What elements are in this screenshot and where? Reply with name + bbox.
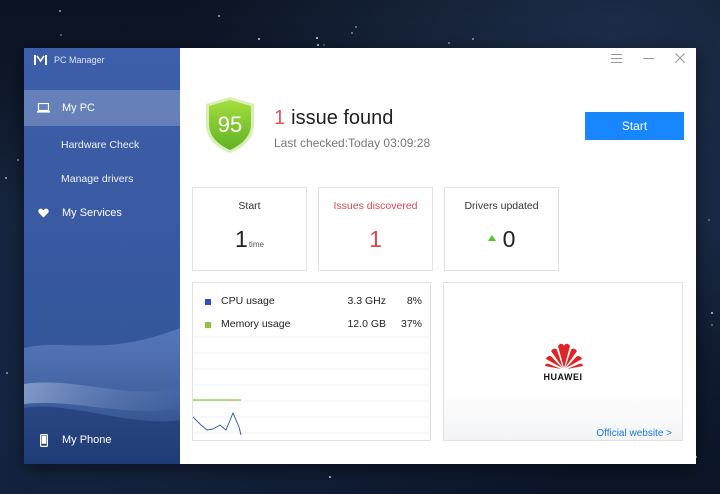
star-decoration — [218, 14, 221, 17]
huawei-wordmark: HUAWEI — [543, 372, 583, 382]
star-decoration — [354, 25, 357, 28]
issues-discovered-count: 1 — [369, 226, 382, 252]
huawei-logo-icon — [545, 343, 583, 369]
card-value: 0 — [445, 226, 558, 253]
last-checked: Last checked:Today 03:09:28 — [274, 136, 431, 150]
card-title: Issues discovered — [333, 200, 418, 212]
sidebar-item-label: My Phone — [62, 434, 112, 446]
heart-icon — [37, 208, 50, 219]
issue-count: 1 — [274, 107, 286, 129]
star-decoration — [323, 44, 326, 47]
cpu-legend-swatch — [205, 299, 211, 305]
card-title: Start — [238, 200, 261, 212]
app-title: PC Manager — [54, 55, 105, 65]
sidebar-item-my-pc[interactable]: My PC — [24, 90, 180, 126]
menu-icon[interactable] — [609, 53, 623, 67]
star-decoration — [350, 31, 353, 34]
sidebar-item-my-services[interactable]: My Services — [24, 204, 180, 222]
star-decoration — [58, 10, 61, 13]
cpu-usage-line — [193, 411, 242, 436]
minimize-icon[interactable] — [641, 53, 655, 67]
drivers-updated-card[interactable]: Drivers updated 0 — [444, 187, 559, 271]
star-decoration — [707, 219, 710, 222]
usage-graph — [193, 336, 430, 436]
star-decoration — [316, 43, 319, 46]
phone-icon — [37, 433, 50, 447]
start-count-card: Start 1time — [192, 187, 307, 271]
card-title: Drivers updated — [464, 200, 539, 212]
health-score: 95 — [217, 112, 243, 137]
issues-discovered-card[interactable]: Issues discovered 1 — [318, 187, 433, 271]
cpu-usage-label: CPU usage — [221, 295, 275, 307]
start-count: 1 — [235, 226, 248, 252]
pc-manager-window: PC Manager My PC Hardware Check Manage d… — [24, 48, 696, 464]
star-decoration — [5, 177, 8, 179]
sidebar-item-label: Hardware Check — [61, 139, 140, 151]
start-unit: time — [248, 240, 264, 249]
memory-legend-swatch — [205, 322, 211, 328]
star-decoration — [258, 37, 261, 40]
issue-text: issue found — [291, 107, 394, 129]
sidebar-item-hardware-check[interactable]: Hardware Check — [24, 136, 180, 154]
pc-manager-logo-icon — [34, 55, 47, 65]
sidebar-item-label: My Services — [62, 207, 122, 219]
huawei-brand-panel: HUAWEI Official website > — [443, 282, 683, 441]
start-button[interactable]: Start — [585, 112, 684, 140]
star-decoration — [17, 159, 20, 162]
cpu-usage-row: CPU usage 3.3 GHz 8% — [193, 295, 430, 309]
star-decoration — [448, 42, 451, 45]
arrow-up-icon — [487, 234, 496, 241]
official-website-link[interactable]: Official website > — [596, 428, 672, 439]
sidebar-item-label: Manage drivers — [61, 173, 134, 185]
star-decoration — [59, 33, 62, 36]
sidebar-item-label: My PC — [62, 102, 95, 114]
drivers-updated-count: 0 — [502, 226, 516, 252]
cpu-percent: 8% — [406, 295, 422, 307]
star-decoration — [316, 37, 319, 40]
sidebar-item-my-phone[interactable]: My Phone — [24, 431, 180, 449]
usage-panel: CPU usage 3.3 GHz 8% Memory usage 12.0 G… — [192, 282, 431, 441]
close-icon[interactable] — [673, 53, 687, 67]
app-brand: PC Manager — [34, 53, 105, 67]
star-decoration — [6, 372, 9, 375]
star-decoration — [472, 37, 475, 40]
star-decoration — [329, 475, 332, 478]
card-value: 1time — [193, 226, 306, 253]
cpu-speed: 3.3 GHz — [347, 295, 386, 307]
star-decoration — [711, 324, 714, 327]
sidebar-item-manage-drivers[interactable]: Manage drivers — [24, 170, 180, 188]
laptop-icon — [37, 103, 50, 114]
main-panel: 95 1 issue found Last checked:Today 03:09… — [180, 48, 696, 464]
star-decoration — [710, 312, 713, 315]
sidebar: PC Manager My PC Hardware Check Manage d… — [24, 48, 180, 464]
issue-summary: 1 issue found — [274, 107, 393, 130]
